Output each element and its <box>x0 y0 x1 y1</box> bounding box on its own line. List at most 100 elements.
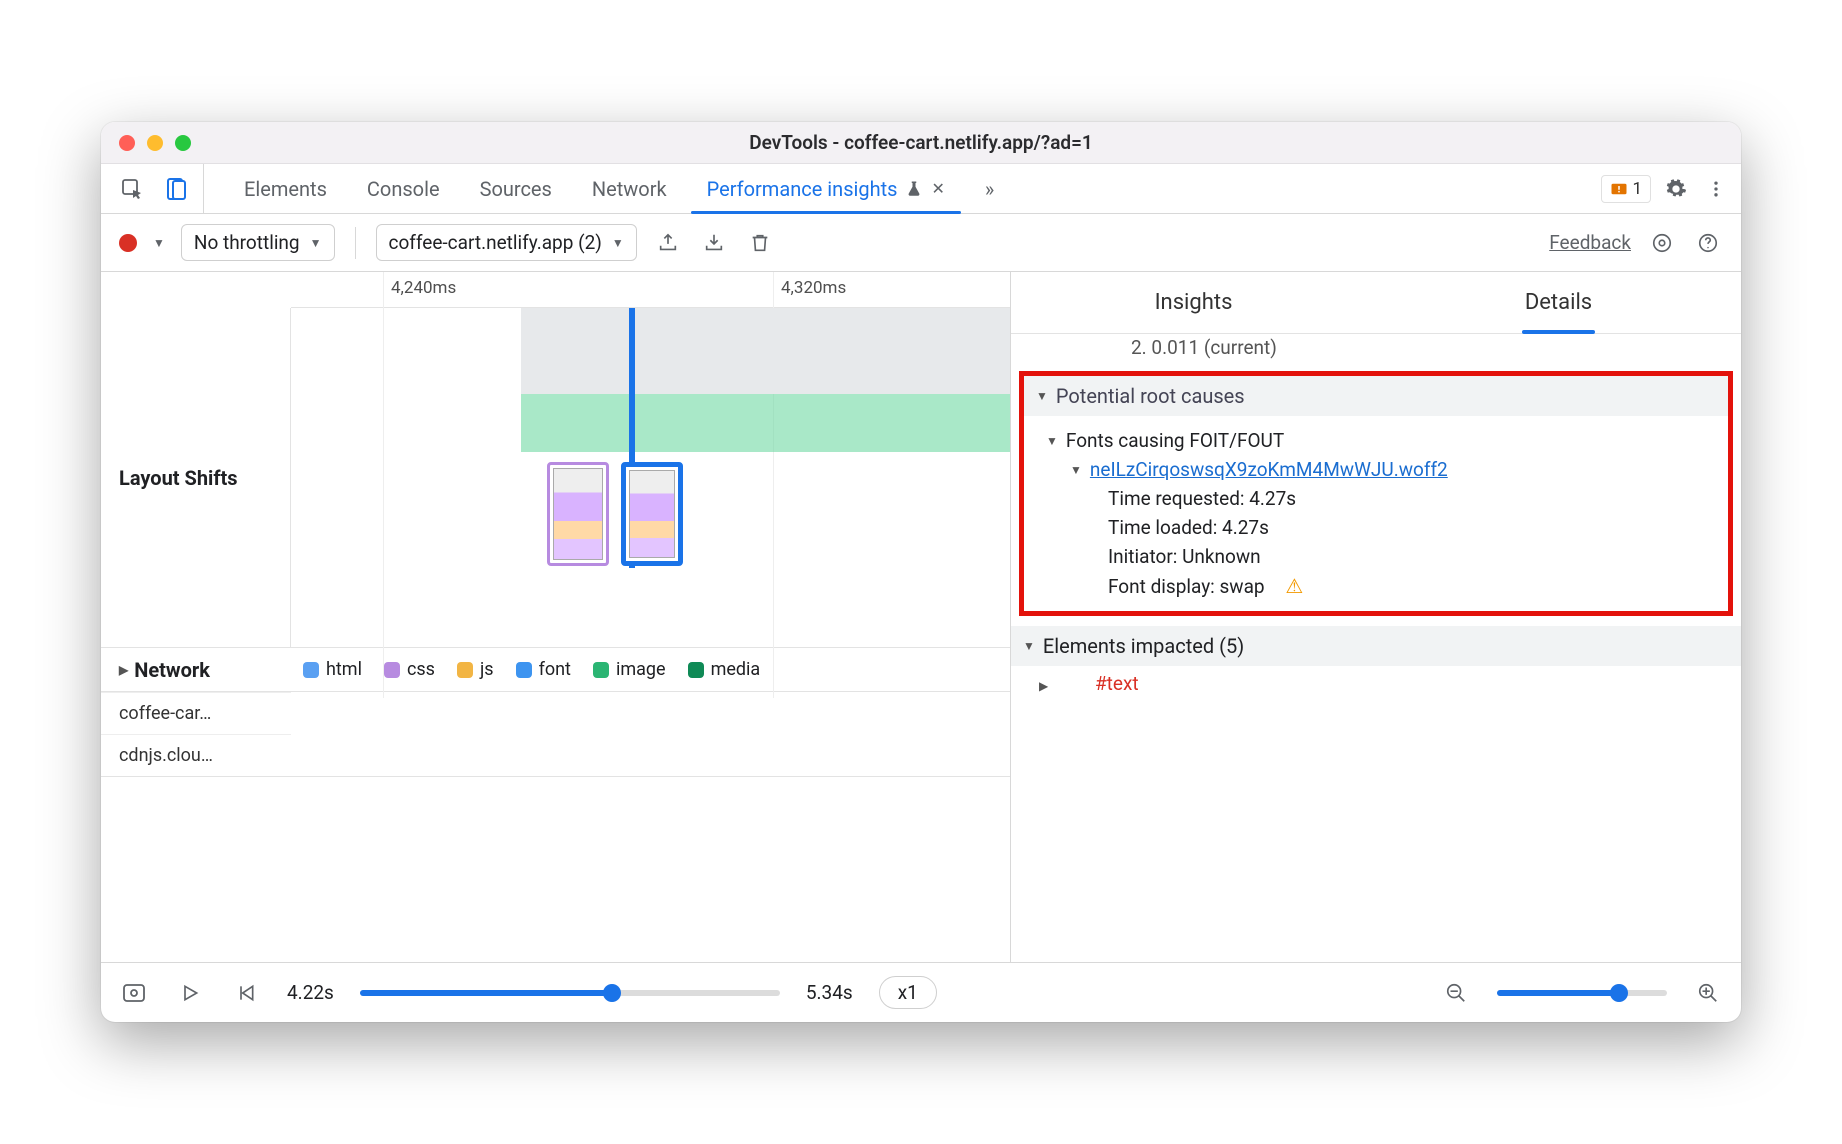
chevron-down-icon: ▼ <box>310 236 322 250</box>
panel-settings-icon[interactable] <box>1647 228 1677 258</box>
zoom-out-icon[interactable] <box>1441 978 1471 1008</box>
context-label: coffee-cart.netlify.app (2) <box>389 231 602 254</box>
row-body[interactable] <box>291 308 1010 647</box>
issues-badge[interactable]: 1 <box>1601 175 1651 203</box>
tab-label: Performance insights <box>707 177 898 201</box>
tab-insights[interactable]: Insights <box>1011 272 1376 333</box>
zoom-slider[interactable] <box>1497 990 1667 996</box>
zoom-in-icon[interactable] <box>1693 978 1723 1008</box>
legend-media: media <box>688 659 761 680</box>
details-body[interactable]: 2. 0.011 (current) ▼ Potential root caus… <box>1011 334 1741 962</box>
layout-shift-thumbnail-selected[interactable] <box>621 462 683 566</box>
device-toggle-icon[interactable] <box>161 174 191 204</box>
network-legend: html css js font image media <box>291 659 760 680</box>
export-icon[interactable] <box>653 228 683 258</box>
play-icon[interactable] <box>175 978 205 1008</box>
tab-elements[interactable]: Elements <box>224 164 347 213</box>
foit-fout-group[interactable]: ▼ Fonts causing FOIT/FOUT <box>1046 426 1720 455</box>
main-split: 4,240ms 4,320ms Layout Shifts <box>101 272 1741 962</box>
elements-impacted-header[interactable]: ▼ Elements impacted (5) <box>1011 626 1741 666</box>
timeline-activity-block <box>521 394 1010 452</box>
flask-icon <box>905 180 923 198</box>
close-icon[interactable]: ✕ <box>931 179 944 198</box>
font-file-node[interactable]: ▼ neILzCirqoswsqX9zoKmM4MwWJU.woff2 <box>1046 455 1720 484</box>
rewind-icon[interactable] <box>231 978 261 1008</box>
kebab-menu-icon[interactable] <box>1701 174 1731 204</box>
issues-icon <box>1610 180 1628 198</box>
network-request-item[interactable]: cdnjs.clou… <box>101 734 291 776</box>
timeline-area[interactable]: 4,240ms 4,320ms Layout Shifts <box>101 272 1010 962</box>
tab-console[interactable]: Console <box>347 164 460 213</box>
tab-details[interactable]: Details <box>1376 272 1741 333</box>
panel-toolbar: ▼ No throttling ▼ coffee-cart.netlify.ap… <box>101 214 1741 272</box>
initiator: Initiator: Unknown <box>1046 542 1720 571</box>
prev-section-fragment: 2. 0.011 (current) <box>1011 334 1741 367</box>
font-file-link[interactable]: neILzCirqoswsqX9zoKmM4MwWJU.woff2 <box>1090 458 1448 481</box>
throttling-select[interactable]: No throttling ▼ <box>181 224 335 261</box>
divider <box>355 227 356 259</box>
issues-count: 1 <box>1632 179 1642 199</box>
tab-performance-insights[interactable]: Performance insights ✕ <box>687 164 965 213</box>
filmstrip-toggle-icon[interactable] <box>119 978 149 1008</box>
tab-sources[interactable]: Sources <box>460 164 572 213</box>
root-causes-tree: ▼ Fonts causing FOIT/FOUT ▼ neILzCirqosw… <box>1024 416 1728 601</box>
timeline-pane: 4,240ms 4,320ms Layout Shifts <box>101 272 1011 962</box>
import-icon[interactable] <box>699 228 729 258</box>
speed-pill[interactable]: x1 <box>879 976 937 1009</box>
record-menu-caret[interactable]: ▼ <box>153 236 165 250</box>
disclosure-open-icon: ▼ <box>1036 389 1048 403</box>
warning-icon: ⚠ <box>1285 574 1303 598</box>
time-requested: Time requested: 4.27s <box>1046 484 1720 513</box>
network-row: ▶ Network html css js font image media <box>101 648 1010 692</box>
details-pane: Insights Details 2. 0.011 (current) ▼ Po… <box>1011 272 1741 962</box>
timeline-task-block <box>521 308 1010 394</box>
help-icon[interactable] <box>1693 228 1723 258</box>
tab-list: Elements Console Sources Network Perform… <box>204 164 1593 213</box>
disclosure-open-icon: ▼ <box>1070 463 1082 477</box>
tab-overflow[interactable]: » <box>965 164 1014 213</box>
network-request-list: coffee-car… cdnjs.clou… <box>101 692 1010 777</box>
time-loaded: Time loaded: 4.27s <box>1046 513 1720 542</box>
tabbar-left-tools <box>113 164 204 213</box>
row-label: Layout Shifts <box>101 308 291 647</box>
tab-network[interactable]: Network <box>572 164 687 213</box>
chevron-down-icon: ▼ <box>612 236 624 250</box>
disclosure-right-icon: ▶ <box>119 663 128 677</box>
time-tick: 4,320ms <box>781 278 846 298</box>
legend-font: font <box>516 659 571 680</box>
legend-image: image <box>593 659 666 680</box>
time-tick: 4,240ms <box>391 278 456 298</box>
impacted-element[interactable]: ▶ #text <box>1011 666 1741 695</box>
context-select[interactable]: coffee-cart.netlify.app (2) ▼ <box>376 224 637 261</box>
feedback-link[interactable]: Feedback <box>1549 231 1631 254</box>
throttling-label: No throttling <box>194 231 300 254</box>
font-display: Font display: swap ⚠ <box>1046 571 1720 601</box>
disclosure-open-icon: ▼ <box>1046 434 1058 448</box>
time-ruler: 4,240ms 4,320ms <box>291 272 1010 308</box>
text-node[interactable]: #text <box>1053 672 1139 695</box>
record-button[interactable] <box>119 234 137 252</box>
window-title: DevTools - coffee-cart.netlify.app/?ad=1 <box>101 131 1741 154</box>
root-causes-header[interactable]: ▼ Potential root causes <box>1024 376 1728 416</box>
details-tabs: Insights Details <box>1011 272 1741 334</box>
network-label[interactable]: ▶ Network <box>101 658 291 682</box>
highlighted-region: ▼ Potential root causes ▼ Fonts causing … <box>1019 371 1733 616</box>
layout-shift-thumbnail[interactable] <box>547 462 609 566</box>
time-start: 4.22s <box>287 981 334 1004</box>
timeline-scrubber[interactable] <box>360 990 780 996</box>
legend-html: html <box>303 659 362 680</box>
select-element-icon[interactable] <box>117 174 147 204</box>
time-end: 5.34s <box>806 981 853 1004</box>
settings-icon[interactable] <box>1661 174 1691 204</box>
layout-shifts-row: Layout Shifts <box>101 308 1010 648</box>
disclosure-open-icon: ▼ <box>1023 639 1035 653</box>
playback-bar: 4.22s 5.34s x1 <box>101 962 1741 1022</box>
network-request-item[interactable]: coffee-car… <box>101 692 291 734</box>
devtools-tabbar: Elements Console Sources Network Perform… <box>101 164 1741 214</box>
disclosure-right-icon: ▶ <box>1033 679 1048 693</box>
legend-js: js <box>457 659 494 680</box>
trash-icon[interactable] <box>745 228 775 258</box>
legend-css: css <box>384 659 435 680</box>
devtools-window: DevTools - coffee-cart.netlify.app/?ad=1… <box>101 122 1741 1022</box>
tabbar-right-tools: 1 <box>1593 164 1731 213</box>
